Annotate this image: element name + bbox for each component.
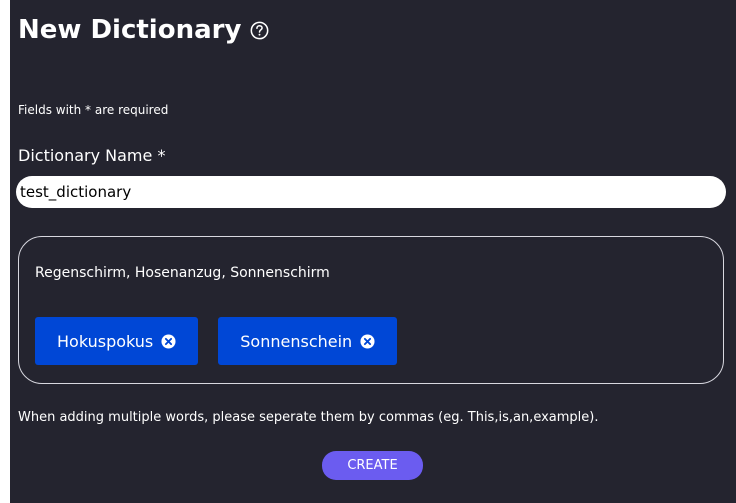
word-chip[interactable]: Hokuspokus (35, 317, 199, 365)
required-fields-note: Fields with * are required (18, 103, 169, 117)
dictionary-name-label: Dictionary Name * (18, 146, 166, 165)
comma-separation-hint: When adding multiple words, please seper… (18, 410, 599, 425)
word-chip[interactable]: Sonnenschein (218, 317, 398, 365)
title-row: New Dictionary (18, 10, 269, 50)
help-icon[interactable] (250, 21, 269, 40)
new-dictionary-panel: New Dictionary Fields with * are require… (10, 0, 736, 503)
words-input[interactable] (35, 261, 675, 285)
remove-circle-icon[interactable] (161, 333, 176, 349)
word-chips: Hokuspokus Sonnenschein (35, 317, 398, 365)
remove-circle-icon[interactable] (360, 333, 375, 349)
word-chip-label: Hokuspokus (57, 331, 154, 351)
page-title: New Dictionary (18, 15, 242, 45)
create-button[interactable]: CREATE (322, 451, 423, 480)
words-box: Hokuspokus Sonnenschein (18, 236, 724, 384)
dictionary-name-input[interactable] (16, 176, 726, 208)
word-chip-label: Sonnenschein (240, 331, 353, 351)
